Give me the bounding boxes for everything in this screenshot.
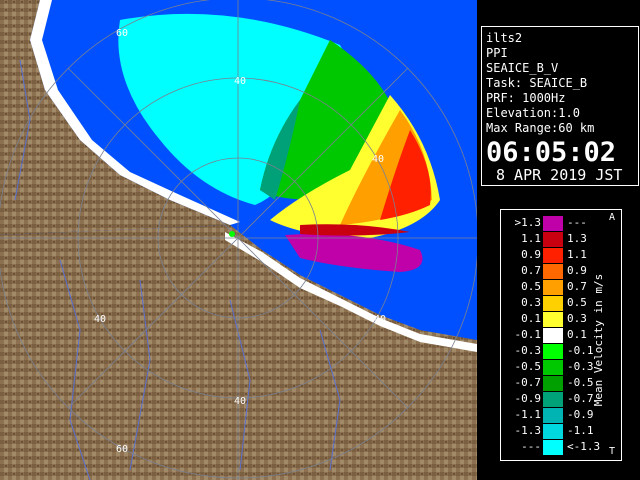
- legend-high-label: -0.9: [567, 408, 594, 421]
- range-label-w-40: 40: [94, 314, 106, 325]
- legend-low-label: 0.1: [521, 312, 541, 325]
- legend-high-label: -1.1: [567, 424, 594, 437]
- legend-high-label: -0.5: [567, 376, 594, 389]
- info-panel: ilts2 PPI SEAICE_B_V Task: SEAICE_B PRF:…: [481, 26, 639, 186]
- legend-arrow-up-icon: A: [609, 212, 616, 223]
- legend-color-swatch: [543, 392, 563, 407]
- legend-high-label: <-1.3: [567, 440, 601, 453]
- range-label-sw-60: 60: [116, 444, 128, 455]
- legend-color-swatch: [543, 344, 563, 359]
- legend-low-label: 1.1: [521, 232, 541, 245]
- legend-low-label: 0.9: [521, 248, 541, 261]
- legend-high-label: -0.3: [567, 360, 594, 373]
- legend-low-label: >1.3: [514, 216, 542, 229]
- legend-color-swatch: [543, 376, 563, 391]
- max-range-value: Max Range:60 km: [486, 121, 595, 135]
- legend-color-swatch: [543, 280, 563, 295]
- range-label-s-40: 40: [234, 396, 246, 407]
- legend-low-label: 0.7: [521, 264, 541, 277]
- elevation-value: Elevation:1.0: [486, 106, 580, 120]
- legend-color-swatch: [543, 408, 563, 423]
- radar-ppi-map[interactable]: 60 40 40 40 40 40 60: [0, 0, 477, 480]
- legend-high-label: 0.7: [567, 280, 587, 293]
- legend-color-swatch: [543, 216, 563, 231]
- range-label-nw-60: 60: [116, 28, 128, 39]
- legend-high-label: -0.7: [567, 392, 594, 405]
- legend-high-label: 1.1: [567, 248, 587, 261]
- legend-high-label: 1.3: [567, 232, 587, 245]
- range-label-n-40: 40: [234, 76, 246, 87]
- legend-low-label: 0.5: [521, 280, 541, 293]
- legend-low-label: -0.3: [514, 344, 542, 357]
- legend-low-label: -1.1: [514, 408, 542, 421]
- scan-type: PPI: [486, 46, 508, 60]
- legend-low-label: -0.1: [514, 328, 542, 341]
- legend-color-swatch: [543, 296, 563, 311]
- station-name: ilts2: [486, 31, 523, 45]
- range-label-e-40: 40: [372, 154, 384, 165]
- legend-high-label: 0.9: [567, 264, 587, 277]
- legend-arrow-down-icon: T: [609, 446, 616, 457]
- legend-high-label: 0.3: [567, 312, 587, 325]
- legend-color-swatch: [543, 328, 563, 343]
- task-name: Task: SEAICE_B: [486, 76, 588, 90]
- product-name: SEAICE_B_V: [486, 61, 559, 75]
- legend-high-label: 0.5: [567, 296, 587, 309]
- legend-color-swatch: [543, 360, 563, 375]
- legend-color-swatch: [543, 424, 563, 439]
- scan-time: 06:05:02: [486, 137, 617, 168]
- legend-high-label: -0.1: [567, 344, 594, 357]
- legend-low-label: -1.3: [514, 424, 542, 437]
- legend-low-label: 0.3: [521, 296, 541, 309]
- radar-map-canvas: 60 40 40 40 40 40 60: [0, 0, 477, 480]
- prf-value: PRF: 1000Hz: [486, 91, 566, 105]
- legend-color-swatch: [543, 312, 563, 327]
- legend-color-swatch: [543, 440, 563, 455]
- legend-high-label: ---: [567, 216, 587, 229]
- range-label-se-40: 40: [374, 314, 386, 325]
- legend-low-label: -0.9: [514, 392, 542, 405]
- legend-low-label: -0.7: [514, 376, 542, 389]
- scan-date: 8 APR 2019 JST: [496, 166, 623, 184]
- legend-color-swatch: [543, 248, 563, 263]
- velocity-legend: A T Mean Velocity in m/s >1.3 --- 1.1 1.3 0.…: [500, 209, 622, 461]
- legend-color-swatch: [543, 264, 563, 279]
- legend-high-label: 0.1: [567, 328, 587, 341]
- legend-low-label: -0.5: [514, 360, 542, 373]
- legend-low-label: ---: [521, 440, 541, 453]
- legend-color-swatch: [543, 232, 563, 247]
- radar-site-marker: [229, 231, 235, 237]
